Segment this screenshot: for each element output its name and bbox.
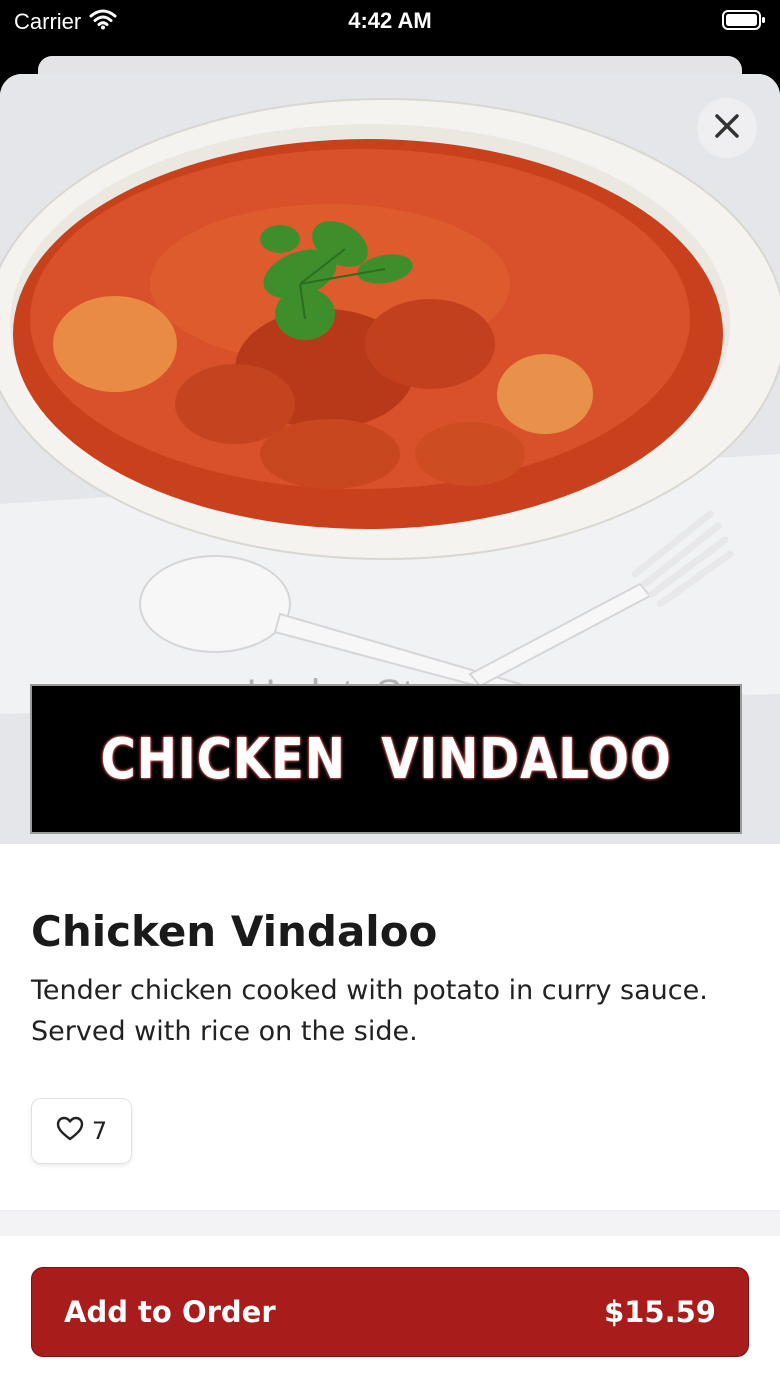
add-to-order-button[interactable]: Add to Order $15.59: [31, 1267, 749, 1357]
status-time: 4:42 AM: [348, 8, 432, 33]
add-to-order-label: Add to Order: [64, 1295, 276, 1329]
like-count: 7: [91, 1117, 108, 1145]
close-button[interactable]: [697, 98, 757, 158]
like-button[interactable]: 7: [31, 1098, 132, 1164]
divider: [0, 1210, 780, 1236]
close-icon: [713, 112, 741, 145]
item-info: Chicken Vindaloo Tender chicken cooked w…: [31, 906, 756, 1052]
item-title: Chicken Vindaloo: [31, 907, 438, 956]
item-description: Tender chicken cooked with potato in cur…: [31, 975, 708, 1047]
dish-banner-text: CHICKEN VINDALOO: [100, 726, 672, 792]
status-bar: Carrier 4:42 AM: [0, 0, 780, 40]
dish-photo: UpdateStar.com CHICKEN VINDALOO: [0, 74, 780, 844]
item-detail-sheet: UpdateStar.com CHICKEN VINDALOO Chicken …: [0, 74, 780, 1387]
screen: Carrier 4:42 AM CHICKEN VINDALOO Chicken…: [0, 0, 780, 1387]
dish-name-banner: CHICKEN VINDALOO: [30, 684, 742, 834]
battery-icon: [722, 9, 766, 37]
item-price: $15.59: [604, 1295, 716, 1329]
heart-icon: [56, 1116, 84, 1147]
